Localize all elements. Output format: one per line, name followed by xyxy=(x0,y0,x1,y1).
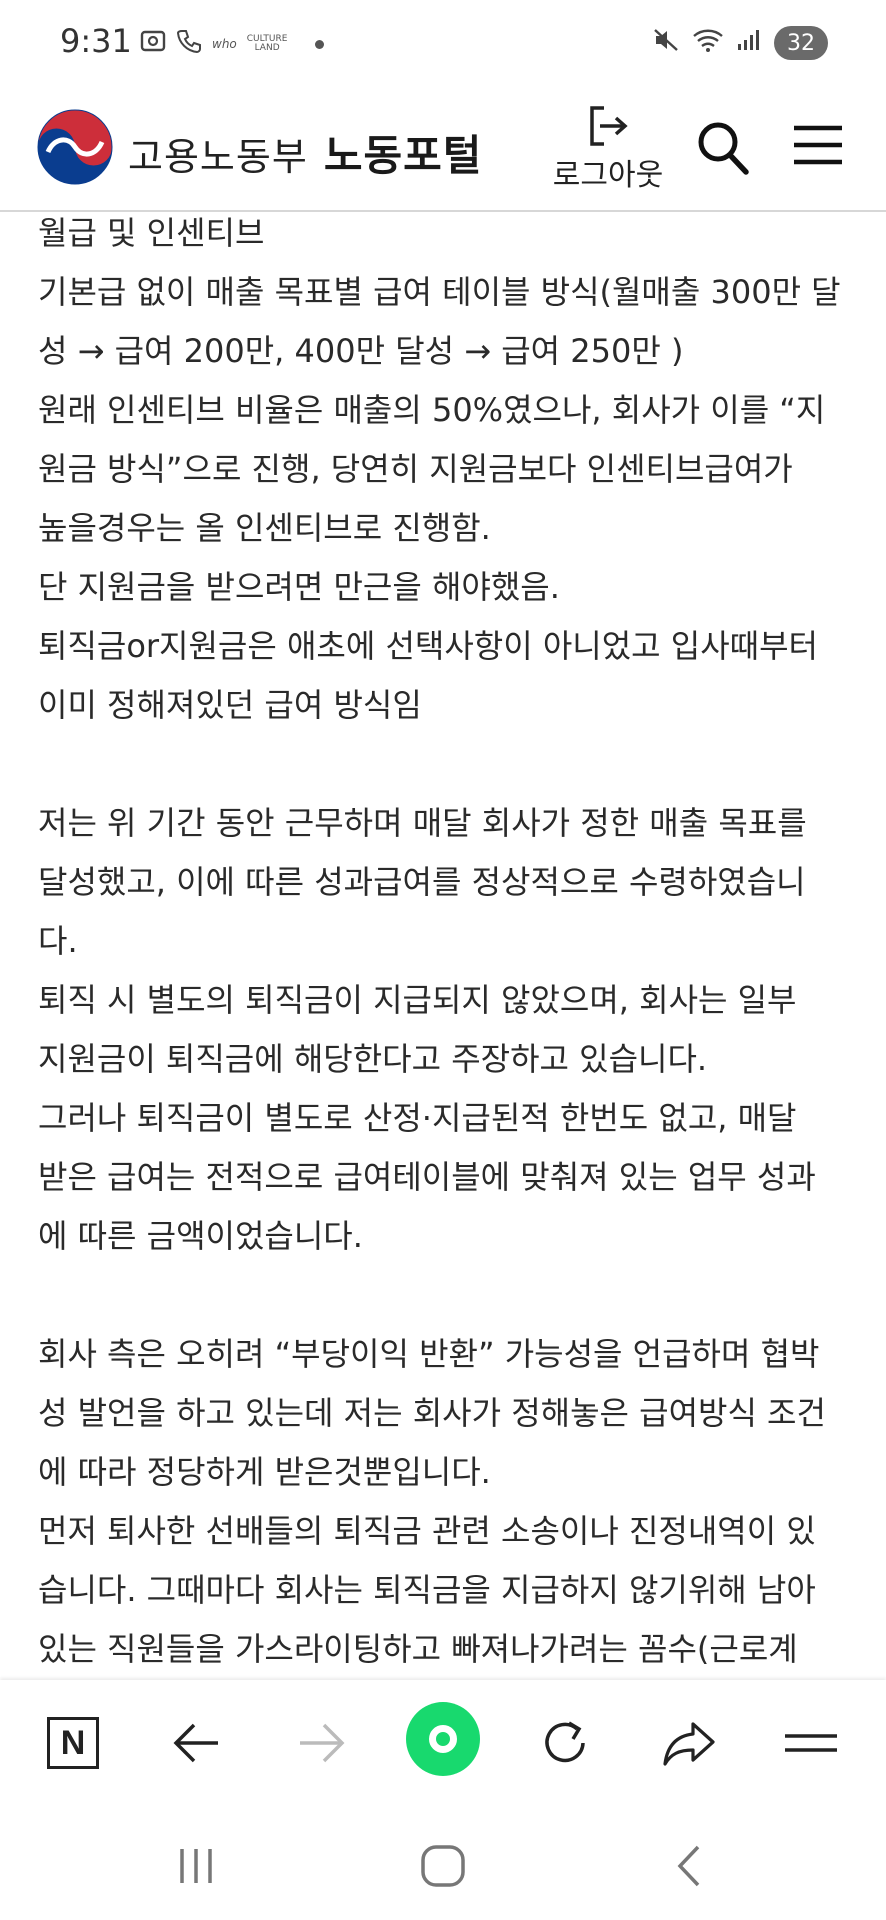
status-right-icons: 32 xyxy=(652,26,828,60)
status-time: 9:31 xyxy=(60,22,132,60)
text-line: 높을경우는 올 인센티브로 진행함. xyxy=(38,509,491,547)
site-header: 고용노동부 노동포털 로그아웃 xyxy=(0,92,886,212)
hamburger-icon xyxy=(794,125,842,165)
home-icon xyxy=(421,1845,465,1887)
text-line: 이미 정해져있던 급여 방식임 xyxy=(38,686,422,724)
green-dot-button[interactable] xyxy=(406,1702,480,1776)
site-logo[interactable]: 고용노동부 노동포털 xyxy=(128,122,482,183)
phone-call-icon xyxy=(176,28,202,60)
logout-icon xyxy=(590,106,628,146)
text-line: 에 따라 정당하게 받은것뿐입니다. xyxy=(38,1453,491,1491)
text-line: 회사 측은 오히려 “부당이익 반환” 가능성을 언급하며 협박 xyxy=(38,1335,820,1373)
menu-button[interactable] xyxy=(790,120,846,170)
system-nav-bar xyxy=(0,1805,886,1920)
search-icon xyxy=(698,122,749,175)
text-line: 원래 인센티브 비율은 매출의 50%였으나, 회사가 이를 “지 xyxy=(38,391,826,429)
browser-menu-button[interactable] xyxy=(776,1708,846,1778)
text-line: 먼저 퇴사한 선배들의 퇴직금 관련 소송이나 진정내역이 있 xyxy=(38,1512,816,1550)
text-line: 습니다. 그때마다 회사는 퇴직금을 지급하지 않기위해 남아 xyxy=(38,1571,816,1609)
system-back-button[interactable] xyxy=(660,1841,720,1891)
logout-button[interactable]: 로그아웃 xyxy=(548,104,668,204)
taegeuk-logo-icon[interactable] xyxy=(36,108,114,186)
logout-label: 로그아웃 xyxy=(552,158,664,193)
search-button[interactable] xyxy=(696,118,752,178)
text-line: 단 지원금을 받으려면 만근을 해야했음. xyxy=(38,568,560,606)
forward-arrow-icon xyxy=(300,1723,345,1763)
share-icon xyxy=(663,1722,715,1766)
text-line: 기본급 없이 매출 목표별 급여 테이블 방식(월매출 300만 달 xyxy=(38,273,841,311)
text-line: 퇴직 시 별도의 퇴직금이 지급되지 않았으며, 회사는 일부 xyxy=(38,981,797,1019)
text-line: 퇴직금or지원금은 애초에 선택사항이 아니었고 입사때부터 xyxy=(38,627,818,665)
recent-apps-icon xyxy=(180,1849,212,1883)
gallery-icon xyxy=(140,29,166,59)
status-bar: 9:31 who CULTURE LAND 32 xyxy=(0,0,886,92)
browser-toolbar: N xyxy=(0,1680,886,1805)
naver-home-button[interactable]: N xyxy=(38,1708,108,1778)
back-arrow-icon xyxy=(173,1723,218,1763)
recent-apps-button[interactable] xyxy=(166,1841,226,1891)
signal-icon xyxy=(736,28,762,58)
text-line: 원금 방식”으로 진행, 당연히 지원금보다 인센티브급여가 xyxy=(38,450,793,488)
mute-icon xyxy=(652,26,680,60)
who-icon: who xyxy=(212,37,237,51)
refresh-button[interactable] xyxy=(530,1708,600,1778)
text-line: 에 따른 금액이었습니다. xyxy=(38,1217,363,1255)
text-line: 월급 및 인센티브 xyxy=(38,214,265,252)
text-line: 저는 위 기간 동안 근무하며 매달 회사가 정한 매출 목표를 xyxy=(38,804,807,842)
status-left-icons: who CULTURE LAND xyxy=(140,28,325,60)
home-button[interactable] xyxy=(413,1841,473,1891)
text-line: 있는 직원들을 가스라이팅하고 빠져나가려는 꼼수(근로계 xyxy=(38,1630,798,1668)
green-dot-icon xyxy=(429,1725,457,1753)
naver-home-icon: N xyxy=(47,1717,99,1769)
menu-icon xyxy=(785,1734,837,1752)
back-icon xyxy=(677,1845,700,1887)
share-button[interactable] xyxy=(654,1708,724,1778)
battery-indicator: 32 xyxy=(774,26,828,60)
text-line: 다. xyxy=(38,922,78,960)
text-line: 그러나 퇴직금이 별도로 산정·지급된적 한번도 없고, 매달 xyxy=(38,1099,797,1137)
text-line: 달성했고, 이에 따른 성과급여를 정상적으로 수령하였습니 xyxy=(38,863,806,901)
wifi-icon xyxy=(692,27,724,59)
forward-button[interactable] xyxy=(286,1708,356,1778)
refresh-icon xyxy=(545,1721,585,1763)
text-line: 성 발언을 하고 있는데 저는 회사가 정해놓은 급여방식 조건 xyxy=(38,1394,826,1432)
portal-name: 노동포털 xyxy=(323,131,483,180)
text-line: 성 → 급여 200만, 400만 달성 → 급여 250만 ) xyxy=(38,332,684,370)
article-body: 월급 및 인센티브기본급 없이 매출 목표별 급여 테이블 방식(월매출 300… xyxy=(38,210,848,1680)
ministry-name: 고용노동부 xyxy=(128,135,308,179)
back-button[interactable] xyxy=(162,1708,232,1778)
notification-dot-icon xyxy=(315,39,325,49)
text-line: 받은 급여는 전적으로 급여테이블에 맞춰져 있는 업무 성과 xyxy=(38,1158,816,1196)
text-line: 지원금이 퇴직금에 해당한다고 주장하고 있습니다. xyxy=(38,1040,708,1078)
culture-land-icon: CULTURE LAND xyxy=(246,34,288,53)
